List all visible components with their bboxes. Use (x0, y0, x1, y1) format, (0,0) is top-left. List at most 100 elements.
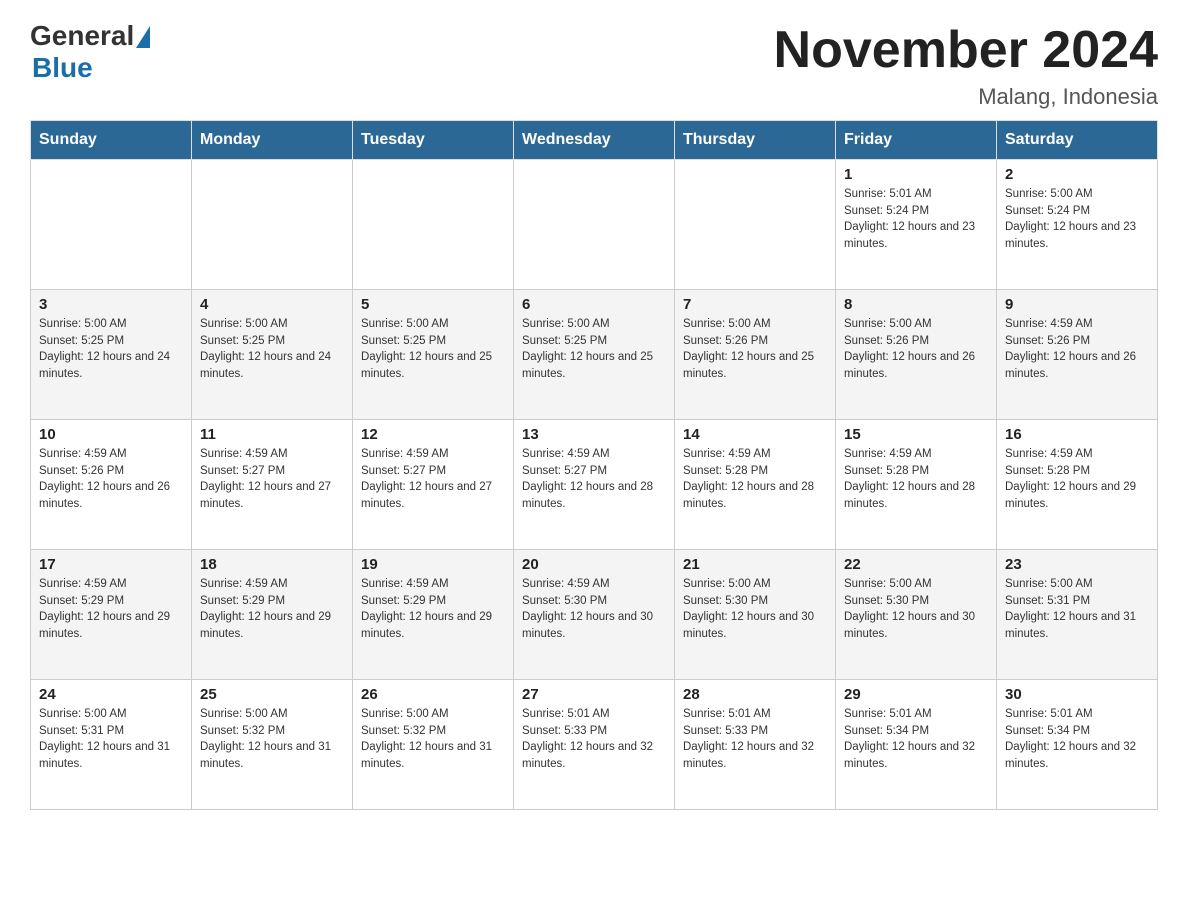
day-number: 3 (39, 296, 183, 313)
day-number: 8 (844, 296, 988, 313)
day-number: 21 (683, 556, 827, 573)
week-row-2: 3 Sunrise: 5:00 AMSunset: 5:25 PMDaylight… (31, 290, 1158, 420)
day-number: 1 (844, 166, 988, 183)
day-number: 19 (361, 556, 505, 573)
day-info: Sunrise: 5:00 AMSunset: 5:25 PMDaylight:… (522, 316, 666, 383)
day-info: Sunrise: 4:59 AMSunset: 5:28 PMDaylight:… (1005, 446, 1149, 513)
day-number: 22 (844, 556, 988, 573)
calendar-cell: 9 Sunrise: 4:59 AMSunset: 5:26 PMDaylight… (997, 290, 1158, 420)
day-info: Sunrise: 4:59 AMSunset: 5:28 PMDaylight:… (844, 446, 988, 513)
calendar-table: SundayMondayTuesdayWednesdayThursdayFrid… (30, 120, 1158, 810)
day-info: Sunrise: 5:00 AMSunset: 5:24 PMDaylight:… (1005, 186, 1149, 253)
week-row-1: 1 Sunrise: 5:01 AMSunset: 5:24 PMDaylight… (31, 160, 1158, 290)
calendar-cell: 7 Sunrise: 5:00 AMSunset: 5:26 PMDaylight… (675, 290, 836, 420)
day-info: Sunrise: 5:01 AMSunset: 5:34 PMDaylight:… (844, 706, 988, 773)
day-info: Sunrise: 5:00 AMSunset: 5:32 PMDaylight:… (361, 706, 505, 773)
week-row-4: 17 Sunrise: 4:59 AMSunset: 5:29 PMDayligh… (31, 550, 1158, 680)
calendar-cell: 30 Sunrise: 5:01 AMSunset: 5:34 PMDayligh… (997, 680, 1158, 810)
calendar-cell: 22 Sunrise: 5:00 AMSunset: 5:30 PMDayligh… (836, 550, 997, 680)
calendar-cell (192, 160, 353, 290)
calendar-subtitle: Malang, Indonesia (774, 84, 1158, 110)
day-number: 7 (683, 296, 827, 313)
calendar-cell: 19 Sunrise: 4:59 AMSunset: 5:29 PMDayligh… (353, 550, 514, 680)
logo-triangle-icon (136, 26, 150, 48)
day-number: 28 (683, 686, 827, 703)
day-number: 9 (1005, 296, 1149, 313)
day-number: 13 (522, 426, 666, 443)
calendar-cell: 13 Sunrise: 4:59 AMSunset: 5:27 PMDayligh… (514, 420, 675, 550)
day-info: Sunrise: 4:59 AMSunset: 5:27 PMDaylight:… (361, 446, 505, 513)
header-row: SundayMondayTuesdayWednesdayThursdayFrid… (31, 121, 1158, 160)
calendar-cell: 16 Sunrise: 4:59 AMSunset: 5:28 PMDayligh… (997, 420, 1158, 550)
day-number: 11 (200, 426, 344, 443)
calendar-cell: 1 Sunrise: 5:01 AMSunset: 5:24 PMDaylight… (836, 160, 997, 290)
calendar-cell: 23 Sunrise: 5:00 AMSunset: 5:31 PMDayligh… (997, 550, 1158, 680)
day-number: 29 (844, 686, 988, 703)
calendar-cell: 17 Sunrise: 4:59 AMSunset: 5:29 PMDayligh… (31, 550, 192, 680)
calendar-cell: 28Sunrise: 5:01 AMSunset: 5:33 PMDayligh… (675, 680, 836, 810)
day-info: Sunrise: 5:00 AMSunset: 5:30 PMDaylight:… (683, 576, 827, 643)
header-cell-tuesday: Tuesday (353, 121, 514, 160)
day-info: Sunrise: 5:01 AMSunset: 5:33 PMDaylight:… (522, 706, 666, 773)
calendar-cell (31, 160, 192, 290)
header-cell-monday: Monday (192, 121, 353, 160)
calendar-cell: 11Sunrise: 4:59 AMSunset: 5:27 PMDayligh… (192, 420, 353, 550)
day-info: Sunrise: 5:00 AMSunset: 5:26 PMDaylight:… (683, 316, 827, 383)
logo: General Blue (30, 20, 150, 84)
day-info: Sunrise: 5:01 AMSunset: 5:34 PMDaylight:… (1005, 706, 1149, 773)
calendar-header: SundayMondayTuesdayWednesdayThursdayFrid… (31, 121, 1158, 160)
calendar-cell: 27 Sunrise: 5:01 AMSunset: 5:33 PMDayligh… (514, 680, 675, 810)
day-number: 16 (1005, 426, 1149, 443)
calendar-cell: 2 Sunrise: 5:00 AMSunset: 5:24 PMDaylight… (997, 160, 1158, 290)
day-number: 14 (683, 426, 827, 443)
day-info: Sunrise: 5:01 AMSunset: 5:24 PMDaylight:… (844, 186, 988, 253)
day-info: Sunrise: 4:59 AMSunset: 5:29 PMDaylight:… (361, 576, 505, 643)
day-info: Sunrise: 5:00 AMSunset: 5:25 PMDaylight:… (361, 316, 505, 383)
day-number: 2 (1005, 166, 1149, 183)
calendar-cell (675, 160, 836, 290)
title-section: November 2024 Malang, Indonesia (774, 20, 1158, 110)
calendar-cell: 20 Sunrise: 4:59 AMSunset: 5:30 PMDayligh… (514, 550, 675, 680)
header-cell-wednesday: Wednesday (514, 121, 675, 160)
day-info: Sunrise: 5:00 AMSunset: 5:31 PMDaylight:… (1005, 576, 1149, 643)
day-info: Sunrise: 4:59 AMSunset: 5:28 PMDaylight:… (683, 446, 827, 513)
calendar-cell: 25 Sunrise: 5:00 AMSunset: 5:32 PMDayligh… (192, 680, 353, 810)
day-info: Sunrise: 4:59 AMSunset: 5:27 PMDaylight:… (522, 446, 666, 513)
day-number: 30 (1005, 686, 1149, 703)
day-number: 23 (1005, 556, 1149, 573)
day-number: 20 (522, 556, 666, 573)
day-info: Sunrise: 4:59 AMSunset: 5:30 PMDaylight:… (522, 576, 666, 643)
calendar-cell: 3Sunrise: 5:00 AMSunset: 5:25 PMDaylight… (31, 290, 192, 420)
day-info: Sunrise: 5:00 AMSunset: 5:26 PMDaylight:… (844, 316, 988, 383)
calendar-cell: 24 Sunrise: 5:00 AMSunset: 5:31 PMDayligh… (31, 680, 192, 810)
calendar-cell (514, 160, 675, 290)
day-number: 4 (200, 296, 344, 313)
calendar-cell (353, 160, 514, 290)
calendar-cell: 5Sunrise: 5:00 AMSunset: 5:25 PMDaylight… (353, 290, 514, 420)
day-info: Sunrise: 5:00 AMSunset: 5:25 PMDaylight:… (200, 316, 344, 383)
day-info: Sunrise: 5:00 AMSunset: 5:31 PMDaylight:… (39, 706, 183, 773)
calendar-body: 1 Sunrise: 5:01 AMSunset: 5:24 PMDaylight… (31, 160, 1158, 810)
day-number: 24 (39, 686, 183, 703)
day-number: 25 (200, 686, 344, 703)
calendar-cell: 15 Sunrise: 4:59 AMSunset: 5:28 PMDayligh… (836, 420, 997, 550)
calendar-cell: 26Sunrise: 5:00 AMSunset: 5:32 PMDayligh… (353, 680, 514, 810)
day-number: 27 (522, 686, 666, 703)
week-row-3: 10Sunrise: 4:59 AMSunset: 5:26 PMDayligh… (31, 420, 1158, 550)
day-info: Sunrise: 5:00 AMSunset: 5:32 PMDaylight:… (200, 706, 344, 773)
calendar-cell: 14 Sunrise: 4:59 AMSunset: 5:28 PMDayligh… (675, 420, 836, 550)
calendar-cell: 21 Sunrise: 5:00 AMSunset: 5:30 PMDayligh… (675, 550, 836, 680)
day-info: Sunrise: 4:59 AMSunset: 5:26 PMDaylight:… (39, 446, 183, 513)
day-number: 18 (200, 556, 344, 573)
header-cell-friday: Friday (836, 121, 997, 160)
day-info: Sunrise: 4:59 AMSunset: 5:29 PMDaylight:… (39, 576, 183, 643)
header-cell-thursday: Thursday (675, 121, 836, 160)
calendar-cell: 10Sunrise: 4:59 AMSunset: 5:26 PMDayligh… (31, 420, 192, 550)
page-header: General Blue November 2024 Malang, Indon… (30, 20, 1158, 110)
calendar-title: November 2024 (774, 20, 1158, 80)
header-cell-sunday: Sunday (31, 121, 192, 160)
day-number: 15 (844, 426, 988, 443)
day-info: Sunrise: 4:59 AMSunset: 5:26 PMDaylight:… (1005, 316, 1149, 383)
day-number: 17 (39, 556, 183, 573)
day-info: Sunrise: 5:00 AMSunset: 5:30 PMDaylight:… (844, 576, 988, 643)
